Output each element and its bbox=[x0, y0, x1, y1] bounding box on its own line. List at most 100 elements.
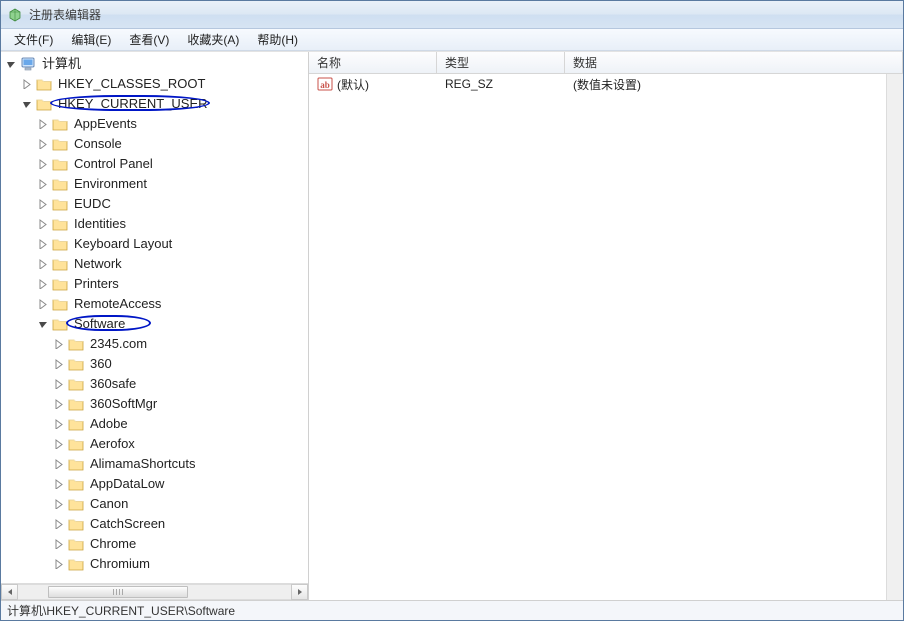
tree-label: Keyboard Layout bbox=[72, 234, 174, 254]
expander-icon[interactable] bbox=[53, 499, 64, 510]
tree-node[interactable]: Console bbox=[35, 134, 308, 154]
folder-icon bbox=[68, 516, 84, 532]
tree-label-text: Chromium bbox=[90, 556, 150, 571]
tree-horizontal-scrollbar[interactable] bbox=[1, 583, 308, 600]
folder-icon bbox=[52, 116, 68, 132]
expander-icon[interactable] bbox=[53, 359, 64, 370]
scroll-right-button[interactable] bbox=[291, 584, 308, 600]
tree-label: HKEY_CLASSES_ROOT bbox=[56, 74, 207, 94]
expander-icon[interactable] bbox=[53, 519, 64, 530]
folder-icon bbox=[52, 296, 68, 312]
tree-label: 360safe bbox=[88, 374, 138, 394]
expander-icon[interactable] bbox=[21, 99, 32, 110]
expander-icon[interactable] bbox=[37, 199, 48, 210]
expander-icon[interactable] bbox=[53, 339, 64, 350]
folder-icon bbox=[52, 196, 68, 212]
value-name-cell: (默认) bbox=[309, 76, 437, 93]
scroll-track[interactable] bbox=[18, 584, 291, 600]
expander-icon[interactable] bbox=[37, 279, 48, 290]
values-row[interactable]: (默认)REG_SZ(数值未设置) bbox=[309, 74, 886, 94]
tree-node[interactable]: Printers bbox=[35, 274, 308, 294]
expander-icon[interactable] bbox=[53, 419, 64, 430]
folder-icon bbox=[52, 256, 68, 272]
tree-node[interactable]: Aerofox bbox=[51, 434, 308, 454]
tree-node[interactable]: Chrome bbox=[51, 534, 308, 554]
expander-icon[interactable] bbox=[53, 379, 64, 390]
tree-label-text: AlimamaShortcuts bbox=[90, 456, 195, 471]
expander-icon[interactable] bbox=[37, 179, 48, 190]
tree-label-text: AppEvents bbox=[74, 116, 137, 131]
tree-label-text: 2345.com bbox=[90, 336, 147, 351]
scroll-left-button[interactable] bbox=[1, 584, 18, 600]
expander-icon[interactable] bbox=[37, 139, 48, 150]
tree-node[interactable]: Adobe bbox=[51, 414, 308, 434]
values-list[interactable]: (默认)REG_SZ(数值未设置) bbox=[309, 74, 886, 600]
expander-icon[interactable] bbox=[37, 159, 48, 170]
tree-node[interactable]: 2345.com bbox=[51, 334, 308, 354]
menu-view[interactable]: 查看(V) bbox=[120, 29, 178, 50]
folder-icon bbox=[68, 336, 84, 352]
tree-node[interactable]: AlimamaShortcuts bbox=[51, 454, 308, 474]
expander-icon[interactable] bbox=[37, 299, 48, 310]
column-header-data[interactable]: 数据 bbox=[565, 52, 903, 73]
column-header-name[interactable]: 名称 bbox=[309, 52, 437, 73]
tree-node[interactable]: Identities bbox=[35, 214, 308, 234]
tree-node[interactable]: 360safe bbox=[51, 374, 308, 394]
menu-help[interactable]: 帮助(H) bbox=[248, 29, 307, 50]
tree-label: Canon bbox=[88, 494, 130, 514]
tree-label-text: Chrome bbox=[90, 536, 136, 551]
tree-label: Chrome bbox=[88, 534, 138, 554]
tree-node[interactable]: CatchScreen bbox=[51, 514, 308, 534]
tree-node[interactable]: AppDataLow bbox=[51, 474, 308, 494]
tree-label: Aerofox bbox=[88, 434, 137, 454]
tree-pane: 计算机 HKEY_CLASSES_ROOT bbox=[1, 52, 309, 600]
tree-node[interactable]: EUDC bbox=[35, 194, 308, 214]
menu-file[interactable]: 文件(F) bbox=[5, 29, 62, 50]
tree-node[interactable]: 360 bbox=[51, 354, 308, 374]
tree-node-computer[interactable]: 计算机 bbox=[3, 54, 308, 74]
tree-label: Chromium bbox=[88, 554, 152, 574]
tree-node[interactable]: Control Panel bbox=[35, 154, 308, 174]
expander-icon[interactable] bbox=[37, 319, 48, 330]
tree-node-hkcr[interactable]: HKEY_CLASSES_ROOT bbox=[19, 74, 308, 94]
expander-icon[interactable] bbox=[53, 459, 64, 470]
expander-icon[interactable] bbox=[37, 219, 48, 230]
expander-icon[interactable] bbox=[5, 59, 16, 70]
tree-node[interactable]: AppEvents bbox=[35, 114, 308, 134]
expander-icon[interactable] bbox=[21, 79, 32, 90]
tree-node[interactable]: Canon bbox=[51, 494, 308, 514]
tree-label: EUDC bbox=[72, 194, 113, 214]
value-data-cell: (数值未设置) bbox=[565, 76, 886, 93]
expander-icon[interactable] bbox=[53, 479, 64, 490]
tree-scroll[interactable]: 计算机 HKEY_CLASSES_ROOT bbox=[1, 52, 308, 583]
values-pane: 名称 类型 数据 (默认)REG_SZ(数值未设置) bbox=[309, 52, 903, 600]
tree-node-hkcu[interactable]: HKEY_CURRENT_USER bbox=[19, 94, 308, 114]
expander-icon[interactable] bbox=[37, 239, 48, 250]
tree-label-text: 360safe bbox=[90, 376, 136, 391]
tree-node[interactable]: Network bbox=[35, 254, 308, 274]
folder-icon bbox=[68, 436, 84, 452]
folder-icon bbox=[68, 556, 84, 572]
column-header-type[interactable]: 类型 bbox=[437, 52, 565, 73]
menu-edit[interactable]: 编辑(E) bbox=[62, 29, 120, 50]
tree-node[interactable]: 360SoftMgr bbox=[51, 394, 308, 414]
scroll-thumb[interactable] bbox=[48, 586, 188, 598]
tree-node[interactable]: Chromium bbox=[51, 554, 308, 574]
main-body: 计算机 HKEY_CLASSES_ROOT bbox=[1, 51, 903, 600]
folder-icon bbox=[68, 476, 84, 492]
expander-icon[interactable] bbox=[53, 399, 64, 410]
tree-node[interactable]: RemoteAccess bbox=[35, 294, 308, 314]
tree-node[interactable]: Environment bbox=[35, 174, 308, 194]
tree-label: RemoteAccess bbox=[72, 294, 163, 314]
expander-icon[interactable] bbox=[37, 119, 48, 130]
folder-icon bbox=[68, 416, 84, 432]
values-vertical-scrollbar[interactable] bbox=[886, 74, 903, 600]
menu-fav[interactable]: 收藏夹(A) bbox=[178, 29, 248, 50]
expander-icon[interactable] bbox=[53, 539, 64, 550]
expander-icon[interactable] bbox=[53, 439, 64, 450]
tree-node[interactable]: Software bbox=[35, 314, 308, 334]
tree-label: Adobe bbox=[88, 414, 130, 434]
tree-node[interactable]: Keyboard Layout bbox=[35, 234, 308, 254]
expander-icon[interactable] bbox=[37, 259, 48, 270]
expander-icon[interactable] bbox=[53, 559, 64, 570]
